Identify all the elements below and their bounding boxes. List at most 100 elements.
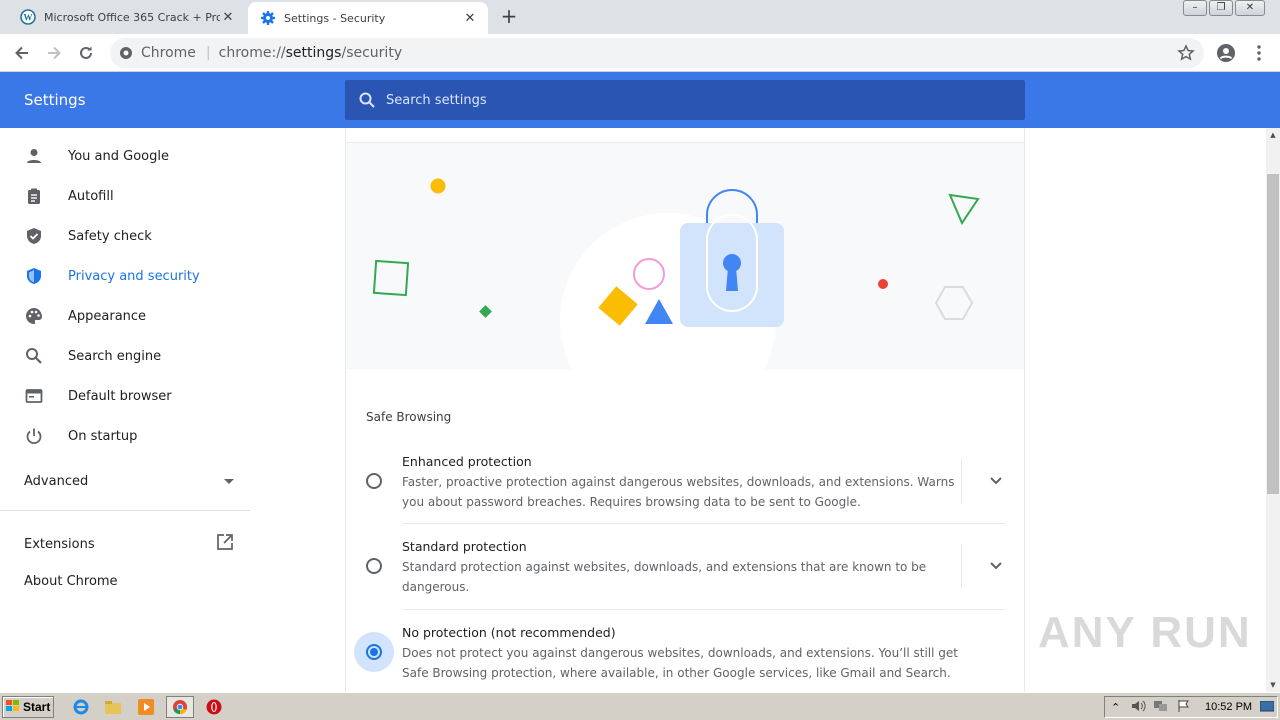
profile-button[interactable] [1214,41,1238,65]
sidebar-item-label: Search engine [68,348,162,364]
bookmark-star-button[interactable] [1174,41,1198,65]
close-tab-icon[interactable]: ✕ [462,11,478,26]
no-protection-option[interactable]: No protection (not recommended) Does not… [346,619,1024,689]
sidebar-item-label: Default browser [68,388,172,404]
site-name: Chrome [141,45,196,61]
settings-sidebar: You and Google Autofill Safety check Pri… [0,128,344,692]
sidebar-item-default-browser[interactable]: Default browser [0,376,250,416]
sidebar-item-label: Safety check [68,228,152,244]
palette-icon [24,307,44,325]
tab-strip: W Microsoft Office 365 Crack + Produc ✕ … [0,0,1280,34]
sidebar-item-safety-check[interactable]: Safety check [0,216,250,256]
option-title: Standard protection [402,539,527,554]
media-player-icon[interactable] [137,698,155,716]
file-explorer-icon[interactable] [104,698,122,716]
tab-office-crack[interactable]: W Microsoft Office 365 Crack + Produc ✕ [8,0,246,34]
network-icon[interactable] [1153,699,1169,716]
sidebar-item-label: You and Google [68,148,169,164]
sidebar-item-search-engine[interactable]: Search engine [0,336,250,376]
windows-logo-icon [6,699,20,715]
svg-text:W: W [24,13,33,23]
sidebar-item-on-startup[interactable]: On startup [0,416,250,456]
search-input[interactable]: Search settings [386,93,487,108]
person-icon [24,147,44,165]
start-button[interactable]: Start [2,696,54,718]
reload-button[interactable] [74,41,98,65]
forward-button[interactable] [42,41,66,65]
opera-icon[interactable] [205,698,223,716]
page-title: Settings [24,91,86,109]
search-icon [358,91,376,109]
back-button[interactable] [10,41,34,65]
no-protection-radio[interactable] [366,644,382,660]
search-settings-field[interactable]: Search settings [345,80,1025,120]
url-text: chrome://settings/security [218,45,403,61]
sidebar-item-you-and-google[interactable]: You and Google [0,136,250,176]
option-description: Faster, proactive protection against dan… [402,475,955,509]
chrome-taskbar-button[interactable] [166,696,194,718]
system-tray: ⌃ 10:52 PM [1104,696,1278,718]
scroll-down-arrow-icon[interactable]: ▼ [1266,678,1280,692]
forward-arrow-icon [48,46,61,60]
address-bar[interactable]: Chrome | chrome://settings/security [110,38,1204,68]
chrome-icon [173,700,187,715]
volume-icon[interactable] [1131,699,1147,716]
close-window-icon[interactable]: ✕ [1235,0,1265,16]
new-tab-button[interactable]: + [498,6,520,28]
option-title: No protection (not recommended) [402,625,616,640]
extensions-link[interactable]: Extensions [24,533,234,555]
anyrun-watermark: ANY RUN [1038,608,1252,657]
browser-icon [24,387,44,405]
minimize-icon[interactable]: – [1183,0,1207,16]
show-desktop-icon[interactable] [1259,700,1275,716]
option-title: Enhanced protection [402,454,532,469]
internet-explorer-icon[interactable] [72,698,90,716]
url-divider: | [205,45,211,61]
sidebar-item-autofill[interactable]: Autofill [0,176,250,216]
chrome-menu-button[interactable] [1247,41,1271,65]
start-label: Start [23,700,51,714]
security-card: Safe Browsing Enhanced protection Faster… [345,128,1025,692]
windows-taskbar: Start ⌃ 10:52 PM [0,692,1280,720]
sidebar-item-label: Autofill [68,188,114,204]
sidebar-item-label: Appearance [68,308,147,324]
sidebar-item-appearance[interactable]: Appearance [0,296,250,336]
show-hidden-icons-icon[interactable]: ⌃ [1111,701,1120,714]
scrollbar-thumb[interactable] [1267,174,1279,494]
close-tab-icon[interactable]: ✕ [220,10,236,25]
shield-check-icon [24,227,44,245]
tab-title: Settings - Security [284,11,386,25]
sidebar-item-label: Privacy and security [68,268,200,284]
standard-protection-option[interactable]: Standard protection Standard protection … [346,533,1024,603]
settings-gear-icon [260,10,276,26]
standard-protection-radio[interactable] [366,558,382,574]
taskbar-clock[interactable]: 10:52 PM [1205,701,1252,713]
advanced-label: Advanced [24,474,89,489]
option-divider [961,544,962,588]
expand-chevron-icon[interactable] [986,556,1006,576]
restore-icon[interactable]: ❐ [1209,0,1233,16]
sidebar-item-label: On startup [68,428,138,444]
sidebar-item-privacy-and-security[interactable]: Privacy and security [0,256,250,296]
clipboard-icon [24,187,44,205]
more-vert-icon [1257,45,1261,61]
about-chrome-link[interactable]: About Chrome [24,574,118,589]
reload-icon [80,46,92,59]
enhanced-protection-radio[interactable] [366,473,382,489]
open-in-new-icon [216,533,234,555]
scroll-up-arrow-icon[interactable]: ▲ [1266,128,1280,142]
page-scrollbar[interactable]: ▲ ▼ [1266,128,1280,692]
expand-chevron-icon[interactable] [986,471,1006,491]
advanced-toggle[interactable]: Advanced [24,474,234,489]
power-icon [24,427,44,445]
action-center-flag-icon[interactable] [1177,699,1191,716]
security-illustration [346,143,1024,369]
browser-toolbar: Chrome | chrome://settings/security [0,34,1280,72]
option-separator [402,609,1006,610]
sidebar-divider [0,510,250,511]
option-divider [961,459,962,503]
tab-settings-security[interactable]: Settings - Security ✕ [248,2,488,34]
enhanced-protection-option[interactable]: Enhanced protection Faster, proactive pr… [346,448,1024,518]
chrome-site-icon [119,46,133,64]
safe-browsing-heading: Safe Browsing [366,410,452,424]
